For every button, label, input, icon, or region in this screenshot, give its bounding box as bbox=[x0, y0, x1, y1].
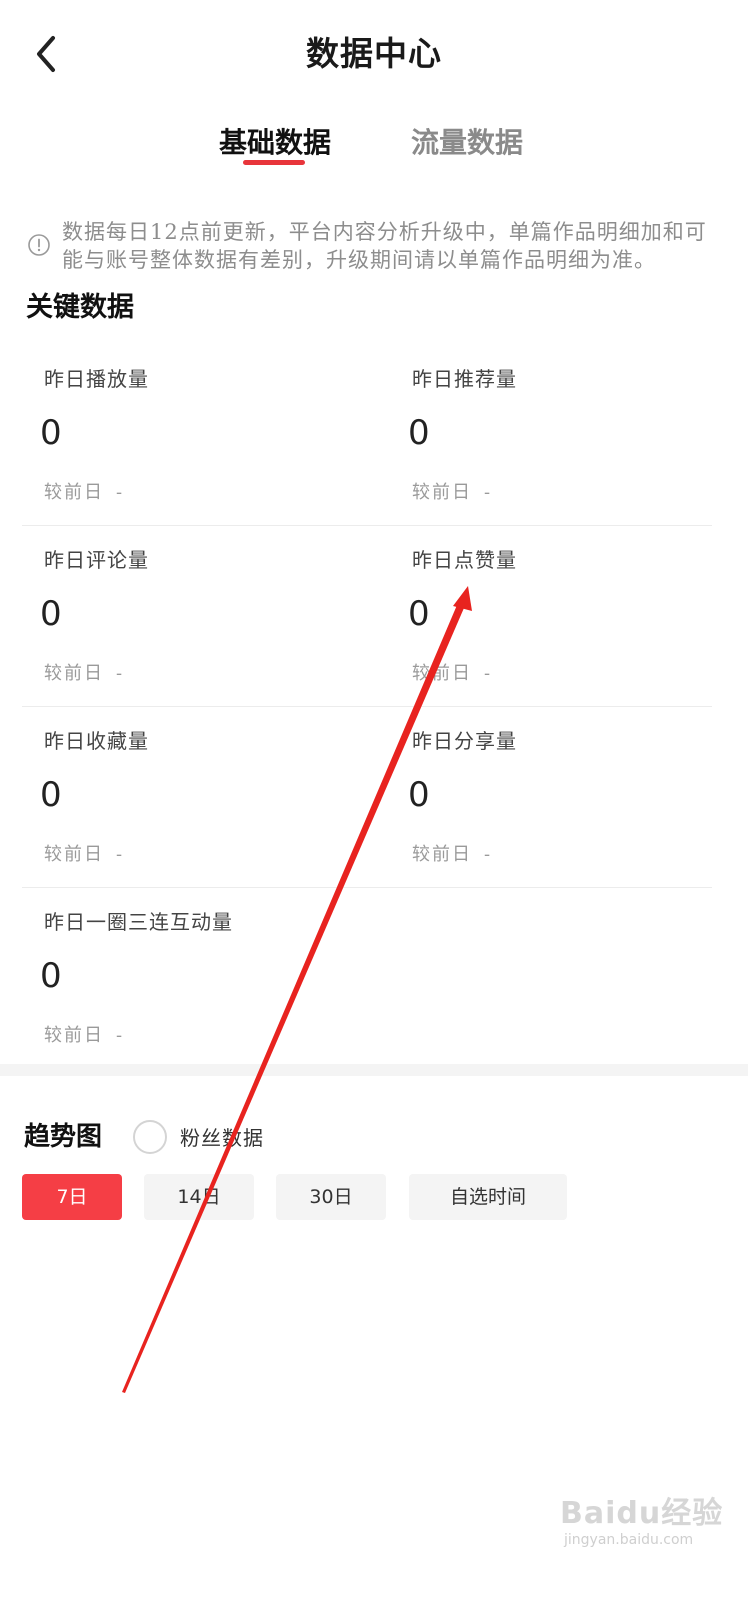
baidu-watermark: Baidu经验 jingyan.baidu.com bbox=[560, 1488, 723, 1548]
metric-value: 0 bbox=[40, 594, 62, 634]
metric-label: 昨日播放量 bbox=[44, 367, 149, 391]
tab-traffic-data[interactable]: 流量数据 bbox=[392, 118, 542, 168]
metric-compare: 较前日 - bbox=[44, 840, 124, 866]
section-divider bbox=[0, 1064, 748, 1076]
compare-label: 较前日 bbox=[44, 1025, 104, 1046]
compare-label: 较前日 bbox=[412, 663, 472, 684]
metric-label: 昨日收藏量 bbox=[44, 729, 149, 753]
compare-value: - bbox=[116, 482, 125, 503]
compare-label: 较前日 bbox=[412, 844, 472, 865]
metric-label: 昨日分享量 bbox=[412, 729, 517, 753]
compare-value: - bbox=[116, 844, 125, 865]
metric-card-favorites: 昨日收藏量 0 较前日 - bbox=[22, 707, 362, 887]
metric-compare: 较前日 - bbox=[44, 1021, 124, 1047]
compare-label: 较前日 bbox=[44, 663, 104, 684]
compare-value: - bbox=[116, 663, 125, 684]
metric-label: 昨日点赞量 bbox=[412, 548, 517, 572]
compare-value: - bbox=[484, 663, 493, 684]
metric-row: 昨日收藏量 0 较前日 - 昨日分享量 0 较前日 - bbox=[22, 707, 712, 888]
metric-row: 昨日评论量 0 较前日 - 昨日点赞量 0 较前日 - bbox=[22, 526, 712, 707]
metric-value: 0 bbox=[408, 413, 430, 453]
metric-value: 0 bbox=[408, 594, 430, 634]
range-30-days-button[interactable]: 30日 bbox=[276, 1174, 386, 1220]
metric-compare: 较前日 - bbox=[412, 659, 492, 685]
page-title: 数据中心 bbox=[306, 34, 442, 73]
metric-card-recommendations: 昨日推荐量 0 较前日 - bbox=[390, 345, 730, 525]
watermark-sub: jingyan.baidu.com bbox=[564, 1532, 694, 1548]
metric-compare: 较前日 - bbox=[412, 478, 492, 504]
metric-row: 昨日播放量 0 较前日 - 昨日推荐量 0 较前日 - bbox=[22, 345, 712, 526]
metric-label: 昨日一圈三连互动量 bbox=[44, 910, 233, 934]
metric-compare: 较前日 - bbox=[44, 478, 124, 504]
metric-label: 昨日评论量 bbox=[44, 548, 149, 572]
fans-data-radio[interactable] bbox=[133, 1120, 167, 1154]
metric-card-comments: 昨日评论量 0 较前日 - bbox=[22, 526, 362, 706]
compare-value: - bbox=[116, 1025, 125, 1046]
metric-value: 0 bbox=[40, 413, 62, 453]
active-tab-indicator bbox=[243, 160, 305, 165]
metric-card-shares: 昨日分享量 0 较前日 - bbox=[390, 707, 730, 887]
metric-row: 昨日一圈三连互动量 0 较前日 - bbox=[22, 888, 712, 1068]
metric-label: 昨日推荐量 bbox=[412, 367, 517, 391]
info-circle-icon bbox=[28, 234, 50, 256]
fans-data-label[interactable]: 粉丝数据 bbox=[180, 1121, 264, 1155]
metric-value: 0 bbox=[40, 775, 62, 815]
key-data-heading: 关键数据 bbox=[26, 292, 134, 323]
compare-value: - bbox=[484, 482, 493, 503]
metric-grid: 昨日播放量 0 较前日 - 昨日推荐量 0 较前日 - 昨日评论量 0 较前日 - 昨… bbox=[22, 345, 712, 1068]
metric-value: 0 bbox=[408, 775, 430, 815]
compare-value: - bbox=[484, 844, 493, 865]
range-7-days-button[interactable]: 7日 bbox=[22, 1174, 122, 1220]
range-custom-time-button[interactable]: 自选时间 bbox=[409, 1174, 567, 1220]
compare-label: 较前日 bbox=[44, 482, 104, 503]
metric-compare: 较前日 - bbox=[412, 840, 492, 866]
compare-label: 较前日 bbox=[412, 482, 472, 503]
metric-value: 0 bbox=[40, 956, 62, 996]
update-notice-text: 数据每日12点前更新，平台内容分析升级中，单篇作品明细加和可能与账号整体数据有差… bbox=[62, 220, 707, 272]
range-14-days-button[interactable]: 14日 bbox=[144, 1174, 254, 1220]
metric-card-likes: 昨日点赞量 0 较前日 - bbox=[390, 526, 730, 706]
metric-card-plays: 昨日播放量 0 较前日 - bbox=[22, 345, 362, 525]
metric-compare: 较前日 - bbox=[44, 659, 124, 685]
metric-card-triple-interaction: 昨日一圈三连互动量 0 较前日 - bbox=[22, 888, 422, 1068]
watermark-main: Baidu经验 bbox=[560, 1496, 724, 1531]
trend-heading: 趋势图 bbox=[24, 1122, 103, 1152]
compare-label: 较前日 bbox=[44, 844, 104, 865]
